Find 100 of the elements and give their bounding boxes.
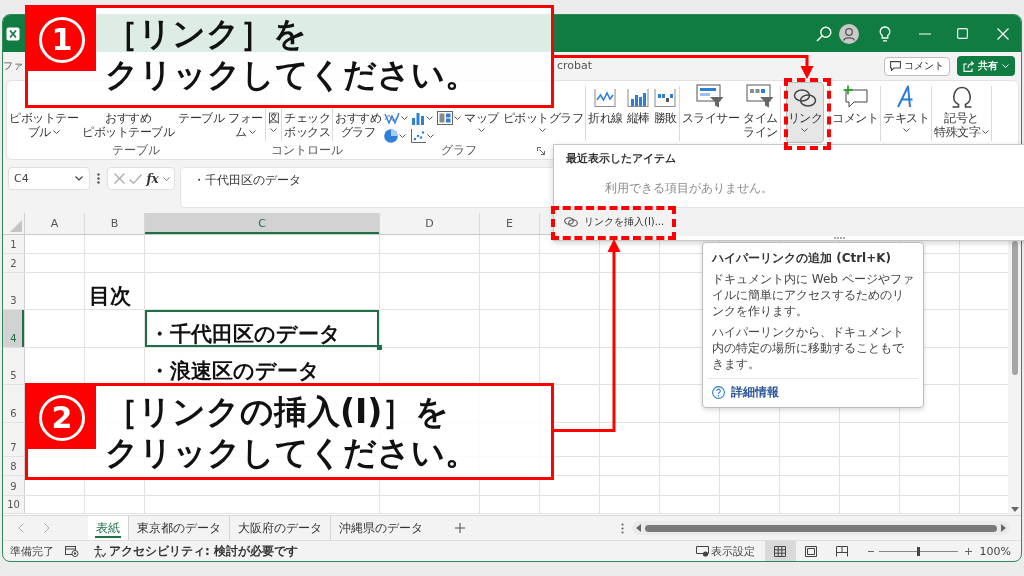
column-header[interactable]: D [380, 213, 480, 234]
ribbon-button[interactable]: おすすめ ピボットテーブル [80, 109, 176, 143]
sheet-tab[interactable]: 東京都のデータ [128, 516, 229, 540]
timeline-icon [746, 84, 775, 108]
accessibility-status[interactable]: アクセシビリティ: 検討が必要です [109, 542, 298, 560]
ribbon-button[interactable]: テーブル [176, 109, 226, 143]
hierarchy-chart-icon [437, 110, 453, 125]
row-header[interactable]: 3 [3, 273, 25, 309]
ribbon-button[interactable]: 図 [265, 109, 281, 143]
menu-heading: 最近表示したアイテム [566, 152, 676, 165]
insert-link-item[interactable]: リンクを挿入(I)... [554, 208, 1024, 236]
avatar-icon[interactable] [839, 23, 859, 44]
search-icon[interactable] [816, 25, 832, 42]
minimize-icon[interactable] [919, 32, 931, 35]
ribbon-button[interactable]: ピボットテー ブル [7, 109, 80, 143]
column-header[interactable]: E [480, 213, 540, 234]
selected-cell-frame[interactable]: ・千代田区のデータ [145, 310, 380, 347]
line-chart-icon [384, 110, 400, 125]
ribbon-button[interactable]: スライサー [679, 82, 741, 143]
scrollbar-thumb[interactable] [645, 524, 997, 532]
tooltip-text: ドキュメント内に Web ページやファイルに簡単にアクセスするためのリンクを作ります。 [712, 271, 914, 319]
macro-recorder-icon[interactable] [65, 545, 79, 557]
page-break-icon [836, 545, 849, 557]
slicer-icon [696, 84, 725, 108]
hierarchy-chart-button[interactable] [436, 110, 462, 125]
horizontal-scrollbar[interactable] [632, 521, 1010, 535]
fill-handle-icon[interactable] [377, 345, 382, 350]
sheet-tab[interactable]: 表紙 [88, 516, 128, 540]
ribbon-button[interactable]: リンク [785, 82, 824, 143]
row-header[interactable]: 9 [3, 476, 25, 495]
left-arrow-icon[interactable] [636, 524, 641, 532]
group-label: テーブル [111, 143, 160, 158]
status-text: 準備完了 [10, 543, 54, 559]
accessibility-icon[interactable] [93, 544, 106, 558]
view-button[interactable] [764, 541, 796, 561]
column-sparkline-icon [627, 88, 649, 108]
vertical-dots-icon[interactable] [621, 522, 624, 534]
callout-text: クリックしてください。 [105, 432, 478, 473]
close-icon[interactable] [997, 27, 1009, 40]
bar-chart-button[interactable] [410, 110, 435, 125]
row-header[interactable]: 4 [3, 310, 25, 347]
row-header[interactable]: 1 [3, 235, 25, 253]
right-arrow-icon[interactable] [1001, 524, 1006, 532]
comments-button[interactable]: コメント [884, 56, 950, 76]
down-arrow-icon[interactable] [1011, 507, 1019, 512]
vertical-dots-icon[interactable] [97, 173, 100, 184]
row-header[interactable]: 8 [3, 457, 25, 475]
link-icon [564, 217, 578, 227]
sheet-tab[interactable]: 大阪府のデータ [229, 516, 330, 540]
row-header[interactable]: 10 [3, 496, 25, 513]
ribbon-button[interactable]: 勝敗 [651, 82, 679, 143]
bar-chart-icon [411, 110, 425, 125]
ribbon-button[interactable]: チェック ボックス [282, 109, 332, 143]
learn-more-link[interactable]: 詳細情報 [731, 384, 779, 401]
ribbon-button[interactable]: マップ [462, 109, 501, 143]
display-settings-button[interactable]: 表示設定 [695, 543, 755, 559]
row-header[interactable]: 5 [3, 348, 25, 384]
caret-icon [1002, 64, 1009, 68]
ribbon-button[interactable]: コメント [830, 82, 880, 143]
name-box[interactable]: C4 [8, 167, 90, 190]
scrollbar-thumb[interactable] [1012, 241, 1018, 375]
ribbon-button[interactable]: フォー ム [226, 109, 265, 143]
add-sheet-icon[interactable] [455, 523, 465, 533]
dialog-launcher-icon[interactable] [537, 147, 545, 155]
sheet-tab[interactable]: 沖縄県のデータ [330, 516, 431, 540]
ribbon-button[interactable]: 折れ線 [586, 82, 625, 143]
tooltip-text: ハイパーリンクから、ドキュメント内の特定の場所に移動することもできます。 [712, 324, 905, 372]
callout-text: ［リンク］を [105, 13, 307, 54]
highlight-frame [784, 78, 831, 150]
line-chart-button[interactable] [383, 110, 409, 125]
help-icon[interactable] [712, 386, 725, 399]
zoom-level[interactable]: 100% [979, 544, 1011, 558]
row-header[interactable]: 6 [3, 385, 25, 422]
ribbon-button[interactable]: 記号と 特殊文字 [932, 82, 991, 143]
ribbon-button[interactable]: テキスト [881, 82, 931, 143]
row-header[interactable]: 7 [3, 423, 25, 456]
lightbulb-icon[interactable] [879, 25, 891, 42]
zoom-in-icon[interactable] [964, 547, 972, 555]
scatter-chart-icon [411, 128, 426, 143]
row-header[interactable]: 2 [3, 254, 25, 272]
ribbon-button[interactable]: タイム ライン [741, 82, 780, 143]
pie-chart-button[interactable] [383, 128, 409, 143]
ribbon-tab[interactable]: crobat [557, 52, 593, 80]
insert-function-button[interactable]: fx [146, 171, 159, 186]
column-header[interactable]: A [25, 213, 85, 234]
maximize-icon[interactable] [957, 28, 968, 39]
cell-text: 目次 [89, 284, 131, 308]
scatter-chart-button[interactable] [410, 128, 435, 143]
speech-bubble-icon [890, 61, 901, 71]
ribbon-button[interactable]: ピボットグラフ [500, 109, 585, 143]
tooltip-title: ハイパーリンクの追加 (Ctrl+K) [712, 250, 893, 266]
omega-icon [950, 86, 973, 108]
column-header[interactable]: C [145, 213, 380, 234]
group-label: コントロール [271, 143, 343, 158]
ribbon-tab[interactable]: ファ [3, 52, 23, 80]
step-number: 1 [39, 16, 85, 63]
ribbon-button[interactable]: おすすめ グラフ [333, 109, 383, 143]
ribbon-button[interactable]: 縦棒 [624, 82, 652, 143]
share-button[interactable]: 共有 [957, 56, 1015, 76]
zoom-slider-thumb[interactable] [916, 546, 920, 556]
